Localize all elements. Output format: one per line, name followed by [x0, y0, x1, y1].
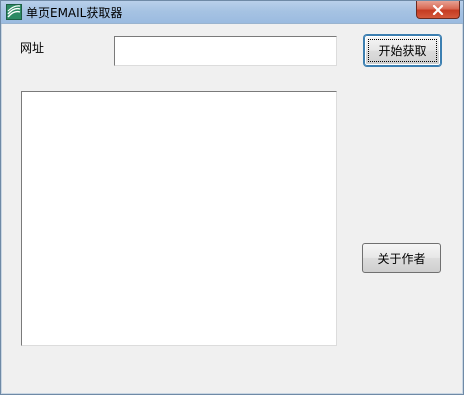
close-icon — [432, 4, 444, 15]
email-results-textarea[interactable] — [21, 91, 337, 346]
app-window: 单页EMAIL获取器 网址 开始获取 关于作者 — [0, 0, 464, 395]
url-label: 网址 — [20, 41, 45, 55]
start-fetch-button[interactable]: 开始获取 — [364, 35, 441, 66]
title-bar[interactable]: 单页EMAIL获取器 — [1, 1, 463, 24]
start-fetch-label: 开始获取 — [368, 39, 437, 62]
window-title: 单页EMAIL获取器 — [26, 6, 123, 20]
url-input[interactable] — [114, 36, 337, 66]
close-button[interactable] — [416, 1, 460, 19]
about-author-button[interactable]: 关于作者 — [362, 243, 441, 273]
app-icon — [6, 4, 22, 20]
